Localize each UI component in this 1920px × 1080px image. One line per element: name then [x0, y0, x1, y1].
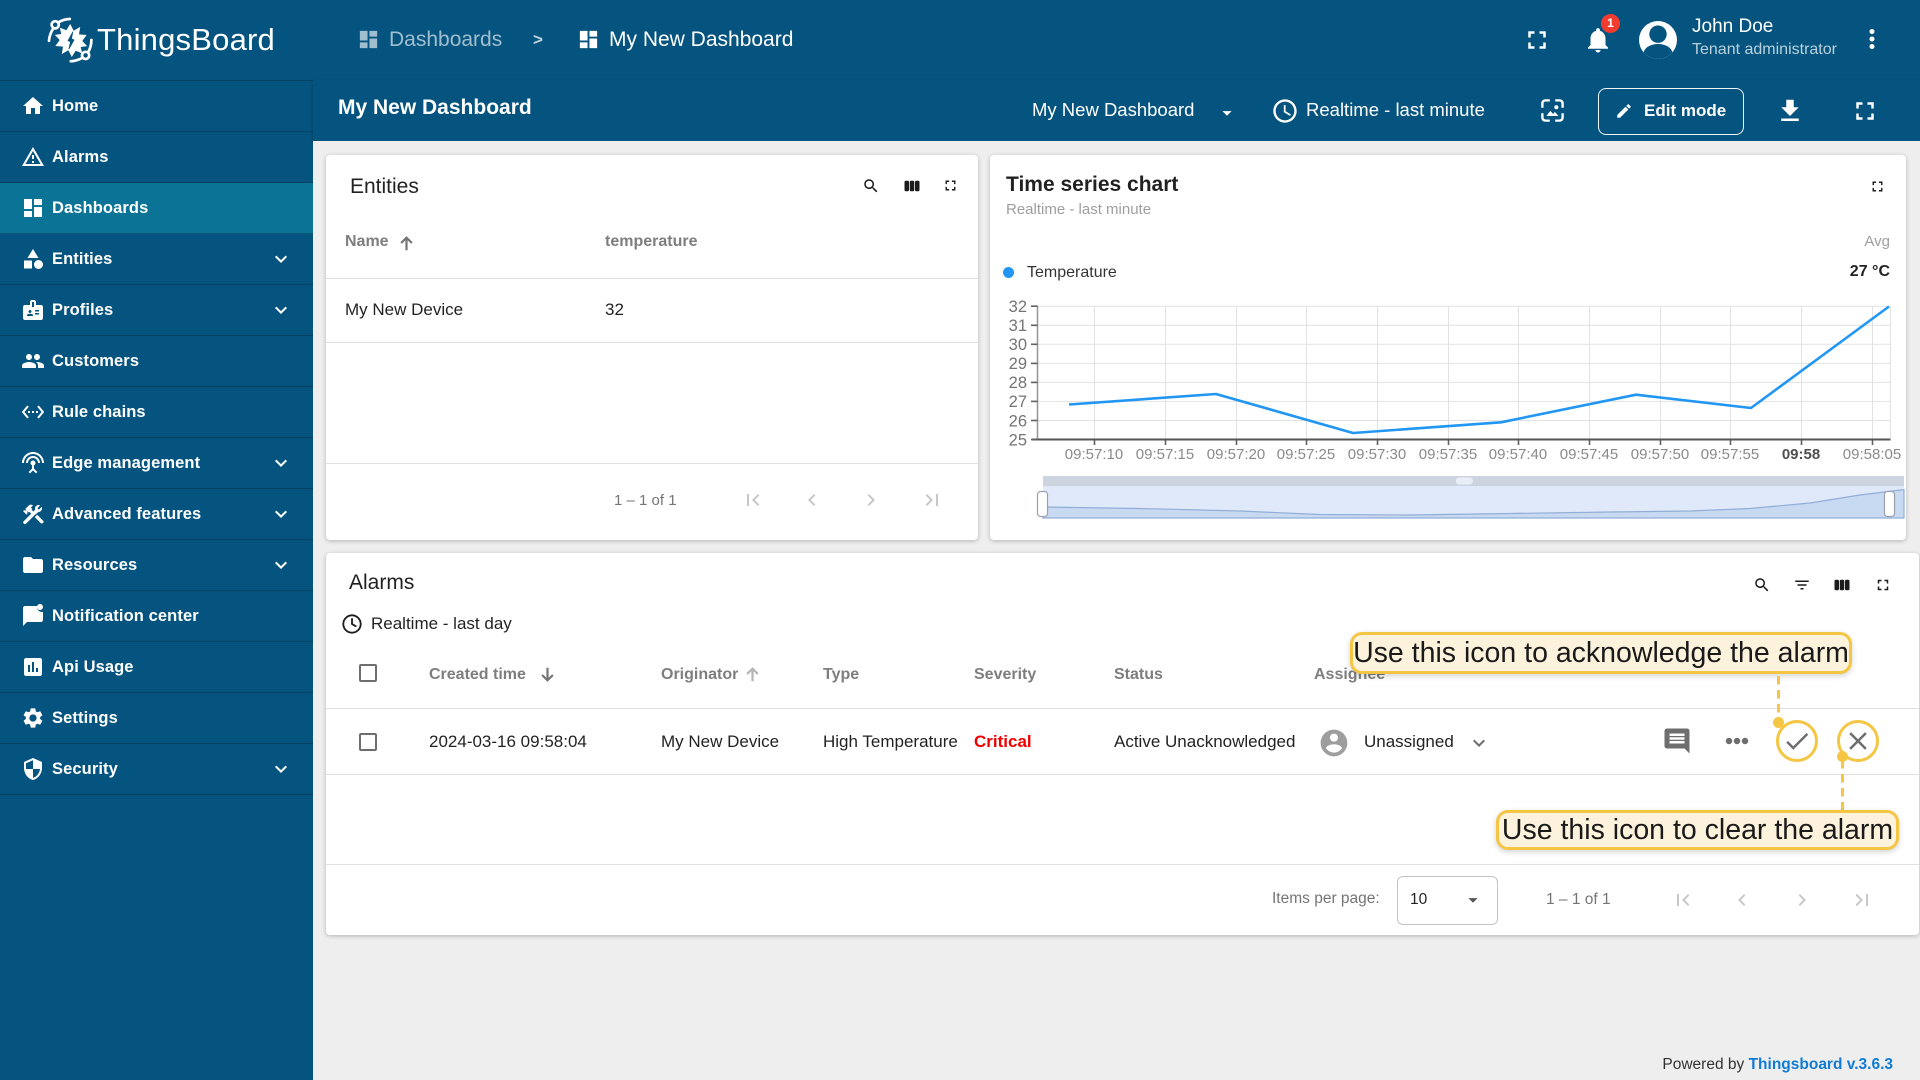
- svg-text:29: 29: [1009, 355, 1027, 373]
- svg-text:09:57:40: 09:57:40: [1489, 446, 1547, 463]
- svg-text:09:57:35: 09:57:35: [1419, 446, 1477, 463]
- svg-text:09:57:10: 09:57:10: [1065, 446, 1123, 463]
- svg-text:31: 31: [1009, 317, 1027, 335]
- svg-text:25: 25: [1009, 431, 1027, 449]
- svg-text:09:57:45: 09:57:45: [1560, 446, 1618, 463]
- svg-text:28: 28: [1009, 374, 1027, 392]
- svg-text:09:57:20: 09:57:20: [1207, 446, 1265, 463]
- svg-text:09:58:05: 09:58:05: [1843, 446, 1901, 463]
- svg-text:09:57:25: 09:57:25: [1277, 446, 1335, 463]
- svg-text:09:57:15: 09:57:15: [1136, 446, 1194, 463]
- svg-text:26: 26: [1009, 412, 1027, 430]
- svg-text:09:58: 09:58: [1782, 446, 1820, 463]
- svg-text:09:57:50: 09:57:50: [1631, 446, 1689, 463]
- svg-text:27: 27: [1009, 393, 1027, 411]
- svg-text:09:57:55: 09:57:55: [1701, 446, 1759, 463]
- svg-text:09:57:30: 09:57:30: [1348, 446, 1406, 463]
- svg-text:30: 30: [1009, 336, 1027, 354]
- svg-text:32: 32: [1009, 298, 1027, 316]
